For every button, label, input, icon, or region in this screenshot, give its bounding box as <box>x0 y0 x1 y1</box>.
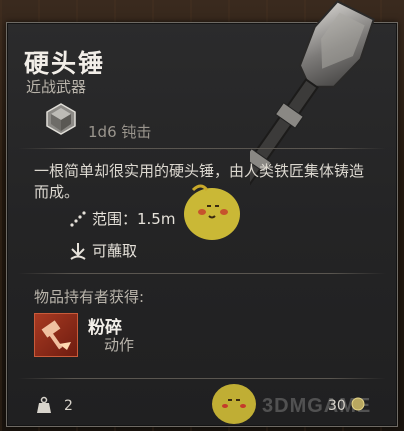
weight-icon <box>37 396 51 413</box>
item-price: 30 <box>328 398 346 414</box>
property-dip: 可蘸取 <box>68 240 137 261</box>
dip-icon <box>70 242 86 260</box>
property-range-label: 范围：1.5m <box>92 210 176 228</box>
item-category: 近战武器 <box>26 78 87 96</box>
divider-top <box>18 148 386 149</box>
mace-illustration <box>250 0 375 212</box>
item-weight: 2 <box>64 398 73 414</box>
range-icon <box>70 210 86 227</box>
damage-die-icon <box>46 103 76 135</box>
hammer-strike-icon <box>41 320 71 350</box>
coin-icon <box>351 397 365 411</box>
mascot-watermark <box>184 184 240 240</box>
smash-action-icon[interactable] <box>34 313 78 357</box>
item-name: 硬头锤 <box>24 49 106 78</box>
damage-roll: 1d6 钝击 <box>88 123 152 141</box>
ability-type: 动作 <box>104 336 135 354</box>
divider-middle <box>18 273 386 274</box>
holder-grants-label: 物品持有者获得: <box>34 288 145 306</box>
divider-bottom <box>18 378 386 379</box>
watermark-logo-mascot <box>212 384 256 424</box>
property-dip-label: 可蘸取 <box>92 242 138 260</box>
property-range: 范围：1.5m <box>68 208 175 229</box>
